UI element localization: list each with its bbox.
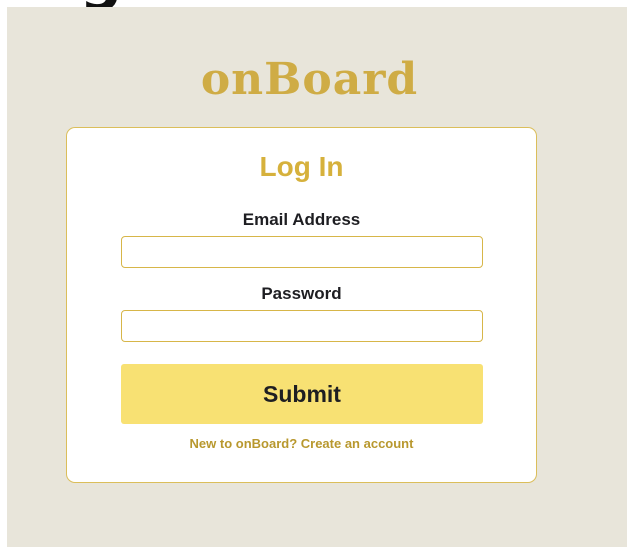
email-field[interactable] <box>121 236 483 268</box>
password-label: Password <box>261 284 342 303</box>
create-account-link[interactable]: New to onBoard? Create an account <box>67 435 536 453</box>
submit-button[interactable]: Submit <box>121 364 483 424</box>
login-title: Log In <box>259 151 344 182</box>
page-background: onBoard Log In Email Address Password Su… <box>7 7 627 547</box>
email-label: Email Address <box>242 210 361 229</box>
login-card: Log In Email Address Password Submit New… <box>66 127 537 483</box>
onboard-logo: onBoard <box>200 54 419 105</box>
password-field[interactable] <box>121 310 483 342</box>
